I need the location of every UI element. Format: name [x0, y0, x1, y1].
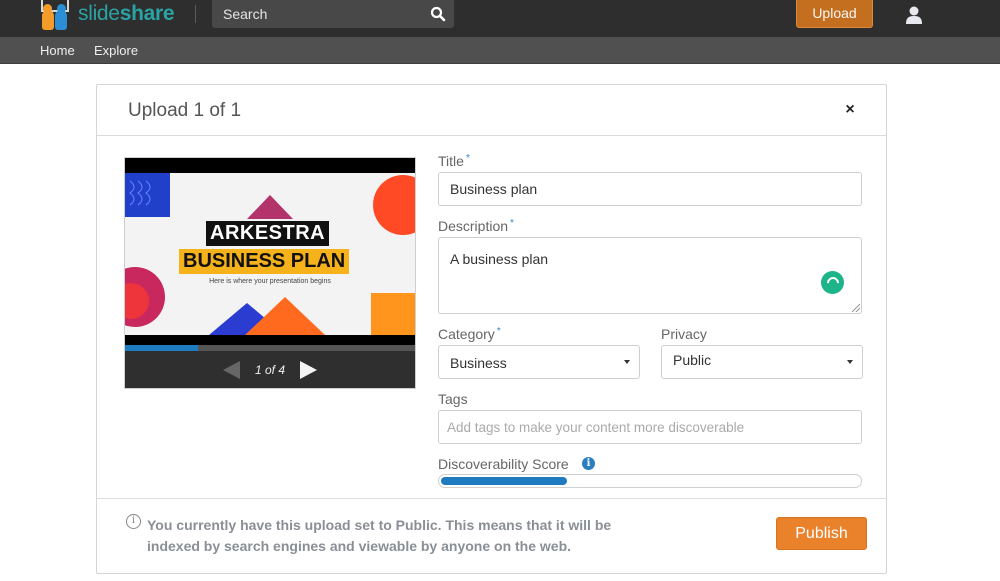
privacy-notice: You currently have this upload set to Pu… — [147, 517, 612, 554]
title-label: Title * — [438, 153, 470, 169]
previous-slide-icon[interactable] — [223, 361, 240, 379]
category-label: Category * — [438, 326, 501, 342]
required-marker: * — [510, 218, 514, 229]
nav-home[interactable]: Home — [40, 43, 75, 58]
info-icon[interactable]: i — [582, 457, 595, 470]
title-input[interactable] — [438, 172, 862, 206]
required-marker: * — [465, 153, 470, 164]
category-value: Business — [450, 355, 507, 371]
description-textarea[interactable] — [438, 237, 862, 314]
search-box — [212, 0, 454, 28]
slide-title-line2: BUSINESS PLAN — [179, 249, 350, 274]
modal-footer: i You currently have this upload set to … — [97, 498, 886, 573]
slideshare-logo[interactable]: slideshare — [38, 0, 175, 32]
slide-subtitle: Here is where your presentation begins — [209, 278, 331, 285]
chevron-down-icon — [847, 360, 853, 364]
slide-controls: 1 of 4 — [125, 351, 415, 388]
description-label: Description * — [438, 218, 514, 234]
user-icon[interactable] — [904, 5, 924, 25]
info-circle-icon: i — [126, 514, 141, 529]
discoverability-score-fill — [441, 477, 567, 485]
slide-preview: ARKESTRA BUSINESS PLAN Here is where you… — [124, 157, 416, 389]
page-indicator: 1 of 4 — [254, 363, 286, 377]
resize-handle-icon[interactable] — [852, 304, 860, 312]
top-header: slideshare Upload — [0, 0, 1000, 37]
nav-bar: Home Explore — [0, 37, 1000, 64]
required-marker: * — [496, 326, 501, 337]
upload-button[interactable]: Upload — [796, 0, 873, 28]
discoverability-score-bar — [438, 474, 862, 488]
tags-label: Tags — [438, 391, 468, 407]
search-icon[interactable] — [430, 6, 446, 22]
next-slide-icon[interactable] — [300, 361, 317, 379]
chevron-down-icon — [624, 360, 630, 364]
slide-thumbnail: ARKESTRA BUSINESS PLAN Here is where you… — [125, 173, 415, 335]
description-wrapper — [438, 237, 862, 314]
privacy-label: Privacy — [661, 326, 707, 342]
loading-spinner-icon — [821, 271, 844, 294]
logo-text: slideshare — [78, 2, 175, 25]
privacy-select[interactable]: Public — [661, 345, 863, 379]
slide-title-line1: ARKESTRA — [206, 221, 330, 246]
publish-button[interactable]: Publish — [776, 517, 867, 550]
close-icon[interactable]: × — [842, 102, 858, 118]
search-input[interactable] — [212, 0, 422, 28]
nav-explore[interactable]: Explore — [94, 43, 138, 58]
privacy-value: Public — [673, 352, 712, 368]
modal-title: Upload 1 of 1 — [128, 100, 242, 121]
upload-modal: Upload 1 of 1 × ARKESTRA BUSINESS PLAN H… — [96, 84, 887, 574]
tags-input[interactable] — [438, 410, 862, 444]
slideshare-logo-icon — [38, 0, 74, 32]
category-select[interactable]: Business — [438, 345, 640, 379]
discoverability-score-label: Discoverability Score — [438, 456, 569, 472]
header-divider — [195, 5, 196, 23]
modal-header: Upload 1 of 1 × — [97, 85, 886, 136]
